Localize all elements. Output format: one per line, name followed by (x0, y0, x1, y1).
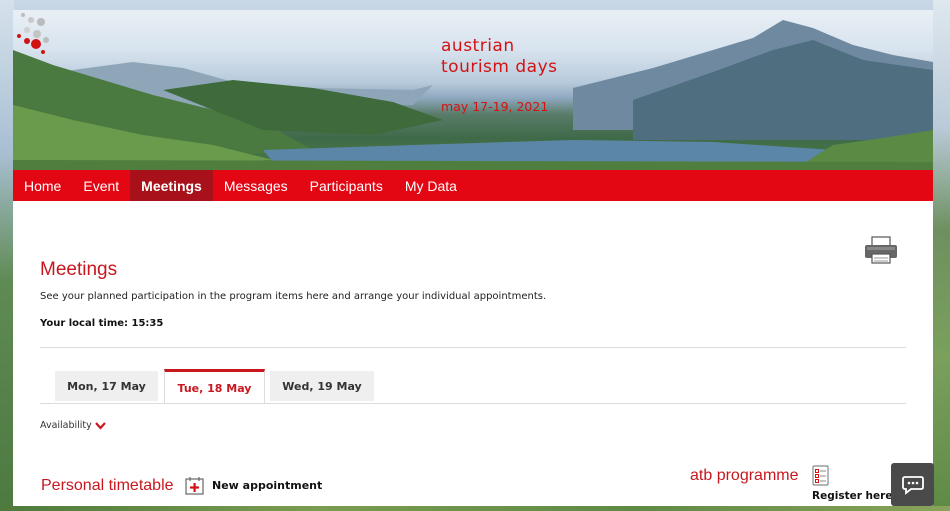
availability-label: Availability (40, 420, 92, 431)
availability-toggle[interactable]: Availability (40, 420, 106, 431)
divider (40, 347, 906, 348)
nav-item-event[interactable]: Event (72, 170, 130, 201)
nav-item-meetings[interactable]: Meetings (130, 170, 213, 201)
background-right (933, 0, 950, 511)
header-banner: austrian tourism days may 17-19, 2021 (13, 10, 933, 170)
calendar-plus-icon (185, 477, 204, 495)
logo-text: austrian tourism days (441, 36, 558, 78)
tab-tue-18-may[interactable]: Tue, 18 May (164, 369, 265, 404)
logo-dots-icon (17, 13, 49, 54)
page-container: austrian tourism days may 17-19, 2021 Ho… (13, 10, 934, 511)
logo-line-2: tourism days (441, 57, 558, 77)
printer-icon[interactable] (863, 236, 899, 266)
atb-programme-title: atb programme (690, 467, 799, 484)
nav-item-participants[interactable]: Participants (299, 170, 394, 201)
page-description: See your planned participation in the pr… (40, 291, 547, 302)
register-here-link[interactable]: Register here (812, 490, 892, 502)
logo-line-1: austrian (441, 36, 515, 56)
event-date: may 17-19, 2021 (441, 99, 549, 114)
new-appointment-label: New appointment (212, 479, 323, 492)
personal-timetable-title: Personal timetable (41, 477, 174, 494)
background-left (0, 0, 14, 511)
chat-button[interactable] (891, 463, 934, 506)
chevron-down-icon (94, 421, 106, 430)
tab-mon-17-may[interactable]: Mon, 17 May (55, 371, 158, 401)
main-nav: Home Event Meetings Messages Participant… (13, 170, 933, 201)
local-time: Your local time: 15:35 (40, 318, 164, 329)
tab-wed-19-may[interactable]: Wed, 19 May (270, 371, 374, 401)
nav-item-messages[interactable]: Messages (213, 170, 299, 201)
chat-icon (901, 475, 924, 495)
page-title: Meetings (40, 259, 118, 280)
tabs-divider (40, 403, 906, 404)
checklist-icon[interactable] (812, 465, 829, 486)
nav-item-my-data[interactable]: My Data (394, 170, 468, 201)
background-bottom (0, 506, 950, 511)
new-appointment-button[interactable]: New appointment (185, 476, 322, 495)
landscape-image (13, 20, 933, 170)
nav-item-home[interactable]: Home (13, 170, 72, 201)
